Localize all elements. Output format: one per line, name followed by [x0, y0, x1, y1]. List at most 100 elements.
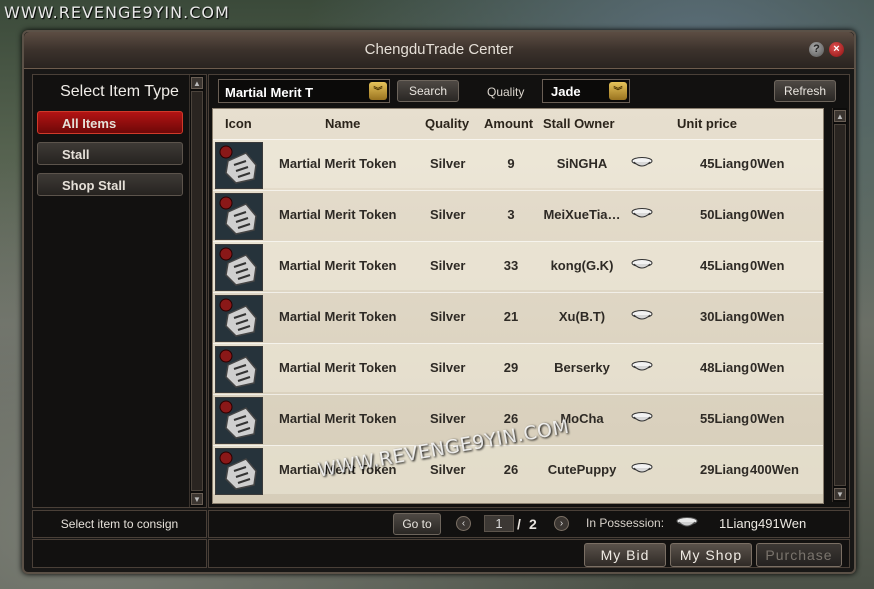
header-price: Unit price — [677, 116, 737, 131]
martial-merit-token-icon — [215, 346, 263, 393]
goto-button[interactable]: Go to — [393, 513, 441, 535]
scroll-up-icon[interactable]: ▲ — [834, 110, 846, 122]
martial-merit-token-icon — [215, 448, 263, 495]
price-wen: 0Wen — [750, 360, 785, 375]
search-field[interactable]: ︾ — [218, 79, 390, 103]
stall-owner: SiNGHA — [556, 156, 608, 171]
stall-owner: Xu(B.T) — [558, 309, 606, 324]
scroll-down-icon[interactable]: ▼ — [834, 488, 846, 500]
listing-scrollbar[interactable]: ▲ ▼ — [832, 108, 847, 502]
price-wen: 0Wen — [750, 309, 785, 324]
listing-panel: ︾ Search Quality Jade ︾ Refresh Icon Nam… — [208, 74, 850, 508]
table-row[interactable]: Martial Merit Token Silver 21 Xu(B.T) 30… — [213, 292, 823, 342]
table-row[interactable]: Martial Merit Token Silver 3 MeiXueTia… … — [213, 190, 823, 240]
price-wen: 0Wen — [750, 411, 785, 426]
prev-page-icon[interactable]: ‹ — [456, 516, 471, 531]
purchase-button[interactable]: Purchase — [756, 543, 842, 567]
item-quality: Silver — [430, 411, 466, 426]
silver-ingot-icon — [631, 208, 653, 218]
stall-owner: kong(G.K) — [550, 258, 614, 273]
price-wen: 400Wen — [750, 462, 799, 477]
consign-hint[interactable]: Select item to consign — [32, 510, 207, 538]
quality-select[interactable]: Jade ︾ — [542, 79, 630, 103]
item-amount: 9 — [507, 156, 515, 171]
table-row[interactable]: Martial Merit Token Silver 33 kong(G.K) … — [213, 241, 823, 291]
silver-ingot-icon — [631, 412, 653, 422]
silver-ingot-icon — [676, 517, 698, 527]
help-icon[interactable]: ? — [809, 42, 824, 57]
table-row[interactable]: Martial Merit Token Silver 26 CutePuppy … — [213, 445, 823, 495]
page-separator: / — [517, 516, 521, 532]
item-quality: Silver — [430, 309, 466, 324]
category-all-items[interactable]: All Items — [37, 111, 183, 134]
search-button[interactable]: Search — [397, 80, 459, 102]
chevron-down-icon[interactable]: ︾ — [609, 82, 627, 100]
category-stall[interactable]: Stall — [37, 142, 183, 165]
scroll-down-icon[interactable]: ▼ — [191, 493, 203, 505]
header-owner: Stall Owner — [543, 116, 615, 131]
item-amount: 26 — [503, 462, 519, 477]
martial-merit-token-icon — [215, 142, 263, 189]
table-row[interactable]: Martial Merit Token Silver 26 MoCha 55Li… — [213, 394, 823, 444]
action-bar: My Bid My Shop Purchase — [208, 539, 850, 568]
item-name: Martial Merit Token — [279, 462, 397, 477]
item-name: Martial Merit Token — [279, 258, 397, 273]
my-shop-button[interactable]: My Shop — [670, 543, 752, 567]
listing-table: Icon Name Quality Amount Stall Owner Uni… — [212, 108, 824, 504]
my-bid-button[interactable]: My Bid — [584, 543, 666, 567]
price-liang: 50Liang — [700, 207, 750, 222]
item-type-panel: Select Item Type All Items Stall Shop St… — [32, 74, 207, 508]
category-shop-stall[interactable]: Shop Stall — [37, 173, 183, 196]
item-quality: Silver — [430, 462, 466, 477]
chevron-down-icon[interactable]: ︾ — [369, 82, 387, 100]
scroll-thumb[interactable] — [834, 124, 846, 486]
scroll-up-icon[interactable]: ▲ — [191, 77, 203, 89]
stall-owner: CutePuppy — [547, 462, 617, 477]
scroll-thumb[interactable] — [191, 91, 203, 491]
martial-merit-token-icon — [215, 193, 263, 240]
item-name: Martial Merit Token — [279, 156, 397, 171]
martial-merit-token-icon — [215, 397, 263, 444]
martial-merit-token-icon — [215, 244, 263, 291]
quality-label: Quality — [487, 85, 525, 99]
price-liang: 48Liang — [700, 360, 750, 375]
quality-value: Jade — [551, 84, 581, 99]
silver-ingot-icon — [631, 259, 653, 269]
header-quality: Quality — [425, 116, 470, 131]
price-liang: 29Liang — [700, 462, 750, 477]
header-icon: Icon — [225, 116, 252, 131]
pager-bar: Go to ‹ 1 / 2 › In Possession: 1Liang491… — [208, 510, 850, 538]
header-name: Name — [325, 116, 361, 131]
silver-ingot-icon — [631, 310, 653, 320]
martial-merit-token-icon — [215, 295, 263, 342]
page-total: 2 — [529, 516, 537, 532]
close-icon[interactable]: × — [829, 42, 844, 57]
table-row[interactable]: Martial Merit Token Silver 29 Berserky 4… — [213, 343, 823, 393]
search-input[interactable] — [223, 82, 367, 102]
site-watermark: WWW.REVENGE9YIN.COM — [4, 3, 230, 22]
item-name: Martial Merit Token — [279, 309, 397, 324]
silver-ingot-icon — [631, 361, 653, 371]
stall-owner: MoCha — [560, 411, 604, 426]
price-liang: 45Liang — [700, 258, 750, 273]
item-quality: Silver — [430, 156, 466, 171]
price-liang: 45Liang — [700, 156, 750, 171]
left-bottom-bar — [32, 539, 207, 568]
page-current[interactable]: 1 — [484, 515, 514, 532]
item-name: Martial Merit Token — [279, 411, 397, 426]
next-page-icon[interactable]: › — [554, 516, 569, 531]
category-scrollbar[interactable]: ▲ ▼ — [189, 75, 204, 507]
silver-ingot-icon — [631, 157, 653, 167]
table-row[interactable]: Martial Merit Token Silver 9 SiNGHA 45Li… — [213, 139, 823, 189]
silver-ingot-icon — [631, 463, 653, 473]
title-bar[interactable]: ChengduTrade Center ? × — [24, 32, 854, 69]
stall-owner: Berserky — [554, 360, 610, 375]
item-quality: Silver — [430, 360, 466, 375]
price-liang: 30Liang — [700, 309, 750, 324]
possession-label: In Possession: — [586, 516, 665, 530]
item-quality: Silver — [430, 258, 466, 273]
item-name: Martial Merit Token — [279, 360, 397, 375]
header-amount: Amount — [484, 116, 534, 131]
window-title: ChengduTrade Center — [364, 41, 514, 58]
refresh-button[interactable]: Refresh — [774, 80, 836, 102]
